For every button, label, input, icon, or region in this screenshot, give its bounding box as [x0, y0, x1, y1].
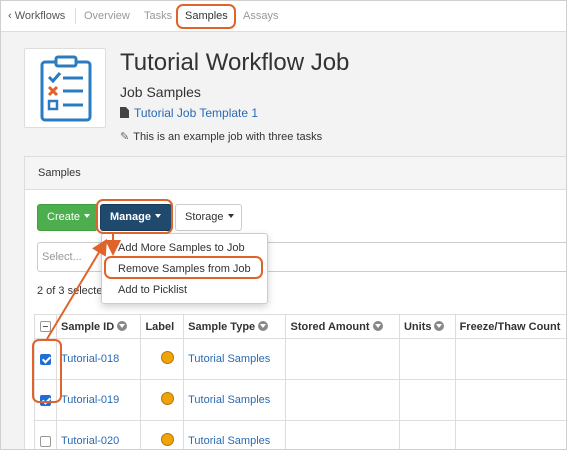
tab-tasks[interactable]: Tasks: [144, 1, 172, 31]
chevron-left-icon: ‹: [8, 10, 15, 22]
label-color-dot: [161, 351, 175, 364]
tab-overview[interactable]: Overview: [84, 1, 130, 31]
row-checkbox[interactable]: [40, 394, 51, 406]
sample-type-link[interactable]: Tutorial Samples: [188, 353, 270, 365]
column-header-stored-amount[interactable]: Stored Amount: [285, 314, 400, 339]
sample-id-link[interactable]: Tutorial-018: [61, 353, 119, 365]
menu-item-add-more-samples[interactable]: Add More Samples to Job: [102, 238, 267, 259]
sample-id-link[interactable]: Tutorial-020: [61, 435, 119, 447]
units-cell: [398, 379, 456, 421]
menu-item-add-to-picklist[interactable]: Add to Picklist: [102, 280, 267, 301]
select-all-checkbox[interactable]: [40, 321, 51, 333]
table-row: Tutorial-019 Tutorial Samples: [34, 379, 566, 421]
nav-divider: [75, 8, 76, 24]
tab-samples[interactable]: Samples: [185, 1, 228, 31]
panel-heading: Samples: [25, 157, 566, 190]
label-color-dot: [161, 392, 175, 405]
chevron-circle-down-icon[interactable]: [372, 320, 383, 331]
column-header-freeze-thaw-count[interactable]: Freeze/Thaw Count: [454, 314, 566, 339]
stored-amount-cell: [285, 420, 400, 449]
document-icon: [120, 107, 129, 118]
table-header-row: Sample ID Label Sample Type Stored Amoun…: [34, 314, 566, 339]
units-cell: [398, 420, 456, 449]
caret-down-icon: [154, 214, 161, 218]
manage-button[interactable]: Manage: [100, 204, 172, 231]
storage-button[interactable]: Storage: [175, 204, 242, 231]
table-row: Tutorial-018 Tutorial Samples: [34, 338, 566, 380]
caret-down-icon: [84, 214, 91, 218]
column-header-label[interactable]: Label: [140, 314, 185, 339]
caret-down-icon: [227, 214, 234, 218]
menu-item-remove-samples[interactable]: Remove Samples from Job: [102, 259, 267, 280]
create-button[interactable]: Create: [37, 204, 98, 231]
samples-table: Sample ID Label Sample Type Stored Amoun…: [34, 314, 566, 449]
chevron-circle-down-icon[interactable]: [117, 320, 128, 331]
row-checkbox[interactable]: [40, 353, 51, 365]
back-to-workflows-link[interactable]: ‹ Workflows: [8, 1, 65, 31]
sample-type-link[interactable]: Tutorial Samples: [188, 394, 270, 406]
page-subtitle: Job Samples: [120, 84, 201, 100]
stored-amount-cell: [285, 338, 400, 380]
top-nav: ‹ Workflows Overview Tasks Samples Assay…: [1, 1, 566, 32]
column-header-sample-type[interactable]: Sample Type: [183, 314, 287, 339]
freeze-thaw-cell: [454, 420, 566, 449]
row-checkbox[interactable]: [40, 435, 51, 447]
selection-count: 2 of 3 selecte: [37, 285, 103, 297]
page-title: Tutorial Workflow Job: [120, 49, 350, 76]
select-all-cell: [34, 314, 57, 339]
label-color-dot: [161, 433, 175, 446]
stored-amount-cell: [285, 379, 400, 421]
tab-assays[interactable]: Assays: [243, 1, 278, 31]
pencil-edit-icon[interactable]: ✎: [120, 130, 129, 143]
units-cell: [398, 338, 456, 380]
panel-title: Samples: [38, 167, 81, 179]
freeze-thaw-cell: [454, 379, 566, 421]
sample-type-link[interactable]: Tutorial Samples: [188, 435, 270, 447]
chevron-circle-down-icon[interactable]: [434, 320, 445, 331]
job-template-link[interactable]: Tutorial Job Template 1: [120, 106, 258, 120]
app-window: ‹ Workflows Overview Tasks Samples Assay…: [0, 0, 567, 450]
sample-id-link[interactable]: Tutorial-019: [61, 394, 119, 406]
column-header-units[interactable]: Units: [398, 314, 456, 339]
table-row: Tutorial-020 Tutorial Samples: [34, 420, 566, 449]
job-description: ✎ This is an example job with three tasks: [120, 130, 323, 143]
chevron-circle-down-icon[interactable]: [258, 320, 269, 331]
clipboard-checklist-icon: [24, 48, 106, 128]
manage-dropdown-menu: Add More Samples to Job Remove Samples f…: [101, 233, 268, 304]
column-header-sample-id[interactable]: Sample ID: [55, 314, 142, 339]
freeze-thaw-cell: [454, 338, 566, 380]
